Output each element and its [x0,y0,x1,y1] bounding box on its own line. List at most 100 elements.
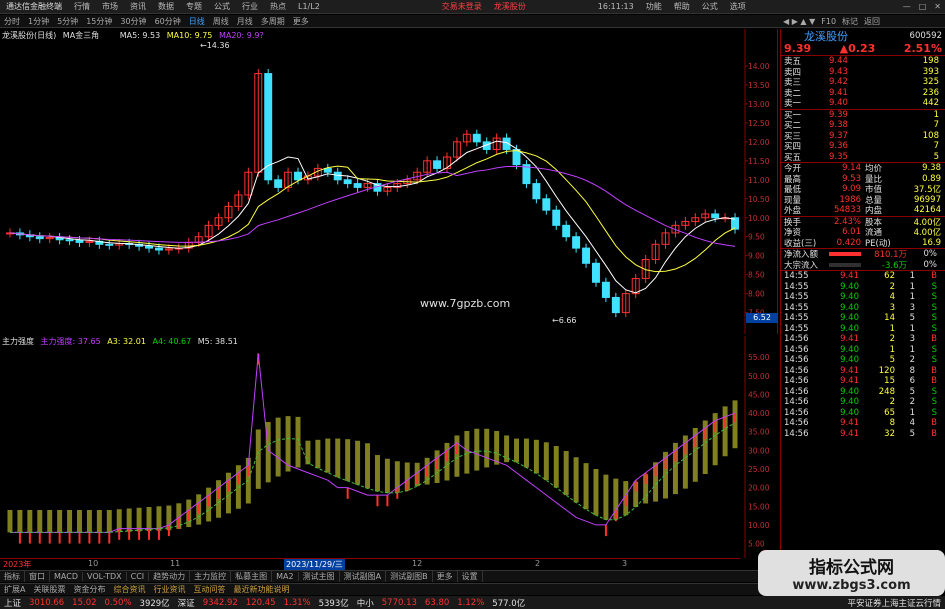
tab-vol[interactable]: VOL-TDX [83,572,127,581]
ext-tab[interactable]: 互动问答 [189,584,229,595]
stat-label: 外盘 [784,206,802,217]
tick-price: 9.40 [840,302,859,313]
menu-item-hangqing[interactable]: 行情 [68,1,96,12]
sub-y-tick-label: 5.00 [748,540,765,549]
menu-item-hangye[interactable]: 行业 [236,1,264,12]
ext-tab[interactable]: 最近新功能说明 [229,584,293,595]
menu-item-help[interactable]: 帮助 [668,1,696,12]
sh-index-label[interactable]: 上证 [0,597,25,609]
main-kline-chart[interactable]: 龙溪股份(日线) MA金三角 MA5: 9.53 MA10: 9.75 MA20… [0,29,778,334]
tick-price: 9.40 [840,292,859,303]
tick-time: 14:56 [784,344,809,355]
mark-button[interactable]: 标记 [839,16,861,27]
maximize-icon[interactable]: □ [915,2,931,11]
tick-row: 14:55 9.40 4 1 S [781,292,945,303]
menu-item-zhuanti[interactable]: 专题 [180,1,208,12]
ext-tab[interactable]: 扩展A [0,584,29,595]
period-30min[interactable]: 30分钟 [116,16,150,27]
tab-ma2[interactable]: MA2 [272,572,299,581]
tab-zhibiao[interactable]: 指标 [0,571,25,582]
sz-index-label[interactable]: 深证 [174,597,199,609]
menu-item-redian[interactable]: 热点 [264,1,292,12]
tick-price: 9.40 [840,281,859,292]
menu-item-options[interactable]: 选项 [724,1,752,12]
tick-row: 14:56 9.40 65 1 S [781,408,945,419]
menu-item-function[interactable]: 功能 [640,1,668,12]
tick-count: 8 [909,365,915,376]
period-1min[interactable]: 1分钟 [24,16,53,27]
fund-flow: 净流入额 810.1万 0% 大宗流入 -3.6万 0% [781,249,945,271]
tick-volume: 4 [889,292,895,303]
back-button[interactable]: 返回 [861,16,883,27]
flow-bar [829,262,861,267]
candle-body [562,224,571,238]
ext-tab[interactable]: 关联股票 [29,584,69,595]
quote-price: 9.39 [784,42,812,55]
menu-item-shichang[interactable]: 市场 [96,1,124,12]
tick-time: 14:55 [784,271,809,282]
ext-tab[interactable]: 行业资讯 [149,584,189,595]
ext-tab[interactable]: 综合资讯 [109,584,149,595]
quote-pct: 2.51% [903,42,942,55]
period-week[interactable]: 周线 [209,16,233,27]
bid-row[interactable]: 买五 9.35 5 [781,152,945,163]
tab-cci[interactable]: CCI [127,572,150,581]
tick-volume: 2 [889,397,895,408]
tick-price: 9.41 [840,428,859,439]
tab-private[interactable]: 私募主图 [231,571,273,582]
period-day[interactable]: 日线 [185,16,209,27]
book-volume: 442 [922,98,939,109]
tick-list: 14:55 9.41 62 1 B 14:55 9.40 2 1 S 14:55 9.40 4 1 S 14:… [781,271,945,439]
ext-tab[interactable]: 资金分布 [69,584,109,595]
y-tick-label: 8.00 [748,290,765,299]
tick-time: 14:55 [784,323,809,334]
tick-price: 9.40 [840,407,859,418]
tab-settings[interactable]: 设置 [458,571,483,582]
tick-count: 4 [909,418,915,429]
period-month[interactable]: 月线 [233,16,257,27]
quote-toolbar-icons[interactable]: ◀ ▶ ▲ ▼ [780,17,818,26]
menu-item-formula[interactable]: 公式 [696,1,724,12]
ask-row[interactable]: 卖一 9.40 442 [781,98,945,109]
y-tick-label: 9.00 [748,252,765,261]
sz-index-value: 9342.92 [202,597,238,608]
tick-time: 14:56 [784,334,809,345]
stat-value: 42164 [913,205,941,216]
tick-row: 14:55 9.41 62 1 B [781,271,945,282]
period-more[interactable]: 更多 [289,16,313,27]
menu-item-gongshi[interactable]: 公式 [208,1,236,12]
candle-body [333,171,342,181]
tab-window[interactable]: 窗口 [25,571,50,582]
tab-more[interactable]: 更多 [433,571,458,582]
tick-count: 6 [909,376,915,387]
menu-item-l1l2[interactable]: L1/L2 [292,2,326,11]
trade-login-link[interactable]: 交易未登录 [436,1,488,12]
tab-macd[interactable]: MACD [50,572,83,581]
period-multi[interactable]: 多周期 [257,16,289,27]
period-5min[interactable]: 5分钟 [53,16,82,27]
zx-index-label[interactable]: 中小 [353,597,378,609]
minimize-icon[interactable]: — [899,2,915,11]
date-axis: 2023年 10 11 2023/11/29/三 12 2 3 [0,558,740,570]
tab-test-main[interactable]: 测试主图 [299,571,340,582]
tick-count: 2 [909,397,915,408]
book-price: 9.39 [829,109,848,120]
tab-test-a[interactable]: 测试副图A [340,571,387,582]
candle-body [65,239,74,242]
f10-button[interactable]: F10 [818,17,839,26]
sub-indicator-chart[interactable]: 主力强度 主力强度: 37.65 A3: 32.01 A4: 40.67 M5:… [0,336,778,568]
menu-item-zixun[interactable]: 资讯 [124,1,152,12]
tick-volume: 2 [889,281,895,292]
book-price: 9.36 [829,141,848,152]
tab-monitor[interactable]: 主力监控 [190,571,232,582]
stock-name-link[interactable]: 龙溪股份 [488,1,532,12]
tab-test-b[interactable]: 测试副图B [386,571,433,582]
tab-trend[interactable]: 趋势动力 [149,571,191,582]
period-60min[interactable]: 60分钟 [151,16,185,27]
period-15min[interactable]: 15分钟 [82,16,116,27]
menu-item-shuju[interactable]: 数据 [152,1,180,12]
stat-row: 收益(三) 0.420 PE(动) 16.9 [781,238,945,249]
y-tick-label: 11.50 [748,157,770,166]
period-fenshi[interactable]: 分时 [0,16,24,27]
close-icon[interactable]: ✕ [930,2,945,11]
